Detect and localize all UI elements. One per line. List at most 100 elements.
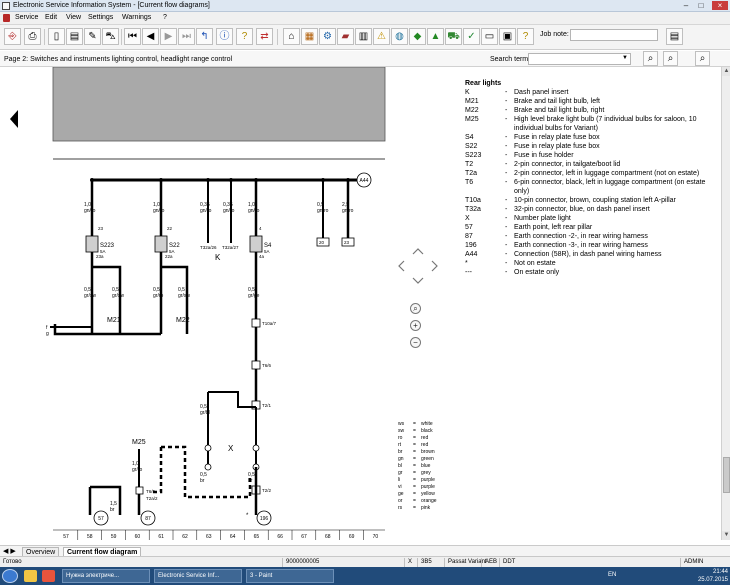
- legend-item: A44- Connection (58R), in dash panel wiri…: [465, 250, 715, 259]
- menu-service[interactable]: Service: [15, 13, 38, 23]
- clock[interactable]: 21:44 25.07.2015: [698, 568, 728, 584]
- menu-view[interactable]: View: [66, 13, 81, 23]
- svg-text:T2a/2: T2a/2: [146, 496, 158, 501]
- legend-item: M25- High level brake light bulb (7 indiv…: [465, 115, 715, 133]
- legend-item: T10a -10-pin connector, brown, coupling s…: [465, 196, 715, 205]
- print-preview-icon[interactable]: ▥: [355, 28, 372, 45]
- manual-icon[interactable]: ▰: [337, 28, 354, 45]
- legend-item: 87- Earth connection -2-, in rear wiring …: [465, 232, 715, 241]
- menu-settings[interactable]: Settings: [88, 13, 113, 23]
- search-input[interactable]: ▼: [528, 53, 631, 65]
- checklist-icon[interactable]: ✓: [463, 28, 480, 45]
- window-title: Electronic Service Information System - …: [13, 2, 210, 9]
- question-icon[interactable]: ?: [517, 28, 534, 45]
- components-icon[interactable]: ⚙: [319, 28, 336, 45]
- maximize-button[interactable]: □: [695, 1, 707, 10]
- svg-text:T6/5: T6/5: [146, 489, 156, 494]
- language-indicator[interactable]: EN: [608, 572, 616, 578]
- legend-description: Brake and tail light bulb, left: [514, 98, 600, 105]
- workshop-icon[interactable]: ⌂: [283, 28, 300, 45]
- color-code-row: rt = red: [398, 442, 429, 448]
- legend-item: K - Dash panel insert: [465, 88, 715, 97]
- taskbar-item-esis[interactable]: Electronic Service Inf...: [154, 569, 242, 583]
- inspection-icon[interactable]: ▲: [427, 28, 444, 45]
- pan-control[interactable]: [396, 246, 440, 286]
- svg-text:g: g: [46, 331, 49, 337]
- svg-text:br: br: [110, 507, 115, 513]
- minimize-button[interactable]: –: [680, 1, 692, 10]
- print-icon[interactable]: ⎙: [24, 28, 41, 45]
- job-note-input[interactable]: [570, 29, 658, 41]
- clipboard-icon[interactable]: ▣: [499, 28, 516, 45]
- legend-description: Fuse in relay plate fuse box: [514, 143, 600, 150]
- legend-description: 10-pin connector, brown, coupling statio…: [514, 197, 676, 204]
- taskbar-item-paint[interactable]: 3 - Paint: [246, 569, 334, 583]
- legend-code: M25: [465, 116, 479, 123]
- pan-up-icon: [412, 248, 424, 255]
- svg-text:gr/sw: gr/sw: [112, 293, 124, 299]
- help-icon[interactable]: ?: [236, 28, 253, 45]
- taskbar-item-browser[interactable]: Нужна электриче...: [62, 569, 150, 583]
- document-icon[interactable]: ▤: [66, 28, 83, 45]
- vehicle-icon[interactable]: ◆: [409, 28, 426, 45]
- scroll-down-icon[interactable]: ▼: [722, 531, 730, 540]
- legend-description: Not on estate: [514, 260, 556, 267]
- zoom-icon[interactable]: ⌕: [410, 303, 421, 314]
- document-edit-icon[interactable]: ✎: [84, 28, 101, 45]
- menu-warnings[interactable]: Warnings: [122, 13, 151, 23]
- svg-text:gr/ro: gr/ro: [132, 467, 143, 473]
- scroll-up-icon[interactable]: ▲: [722, 67, 730, 76]
- notes-icon[interactable]: ▭: [481, 28, 498, 45]
- search-next-icon[interactable]: ⌕: [663, 51, 678, 66]
- dropdown-arrow-icon[interactable]: ▼: [622, 55, 628, 61]
- car-icon[interactable]: ⛍: [102, 28, 119, 45]
- last-page-icon[interactable]: ⏭: [178, 28, 195, 45]
- legend-code: A44: [465, 251, 478, 258]
- job-note-icon[interactable]: ▤: [666, 28, 683, 45]
- globe-icon[interactable]: ◍: [391, 28, 408, 45]
- svg-text:T32a/27: T32a/27: [222, 245, 239, 250]
- exit-icon[interactable]: ⎆: [4, 28, 21, 45]
- page-title: Page 2: Switches and instruments lightin…: [4, 56, 233, 63]
- legend-code: T2a: [465, 170, 478, 177]
- svg-text:br: br: [200, 478, 205, 484]
- menu-help[interactable]: ?: [163, 13, 167, 23]
- search-options-icon[interactable]: ⌕: [695, 51, 710, 66]
- svg-text:22: 22: [167, 226, 173, 231]
- chrome-icon[interactable]: [42, 570, 55, 582]
- status-user: ADMIN: [680, 558, 703, 567]
- svg-text:T10a/7: T10a/7: [262, 321, 277, 326]
- next-page-icon[interactable]: ▶: [160, 28, 177, 45]
- svg-text:87: 87: [145, 516, 151, 522]
- scale-number: 63: [206, 534, 212, 540]
- car-service-icon[interactable]: ⛟: [445, 28, 462, 45]
- legend-item: M22- Brake and tail light bulb, right: [465, 106, 715, 115]
- warning-icon[interactable]: ⚠: [373, 28, 390, 45]
- first-page-icon[interactable]: ⏮: [124, 28, 141, 45]
- legend-item: T6-6-pin connector, black, left in lugga…: [465, 178, 715, 196]
- swap-icon[interactable]: ⇄: [256, 28, 273, 45]
- menu-edit[interactable]: Edit: [45, 13, 57, 23]
- legend-code: S4: [465, 134, 474, 141]
- zoom-out-icon[interactable]: −: [410, 337, 421, 348]
- info-icon[interactable]: ⓘ: [216, 28, 233, 45]
- search-binoculars-icon[interactable]: ⌕: [643, 51, 658, 66]
- job-note-label: Job note:: [540, 31, 569, 38]
- vertical-scrollbar[interactable]: ▲ ▼: [721, 67, 730, 540]
- scroll-thumb[interactable]: [723, 457, 730, 493]
- color-code-row: br = brown: [398, 449, 435, 455]
- calculator-icon[interactable]: ▦: [301, 28, 318, 45]
- explorer-icon[interactable]: [24, 570, 37, 582]
- return-icon[interactable]: ↰: [196, 28, 213, 45]
- scale-number: 62: [182, 534, 188, 540]
- wire-color-legend: ws = white sw = black ro = red rt = red br = brown gn = g…: [398, 421, 463, 512]
- new-document-icon[interactable]: ▯: [48, 28, 65, 45]
- previous-page-icon[interactable]: ◀: [142, 28, 159, 45]
- legend-code: 57: [465, 224, 473, 231]
- close-button[interactable]: ×: [712, 1, 728, 10]
- scale-number: 61: [158, 534, 164, 540]
- start-button-icon[interactable]: [2, 569, 18, 583]
- status-engine: AEB: [481, 558, 497, 567]
- zoom-in-icon[interactable]: +: [410, 320, 421, 331]
- svg-text:23: 23: [98, 226, 104, 231]
